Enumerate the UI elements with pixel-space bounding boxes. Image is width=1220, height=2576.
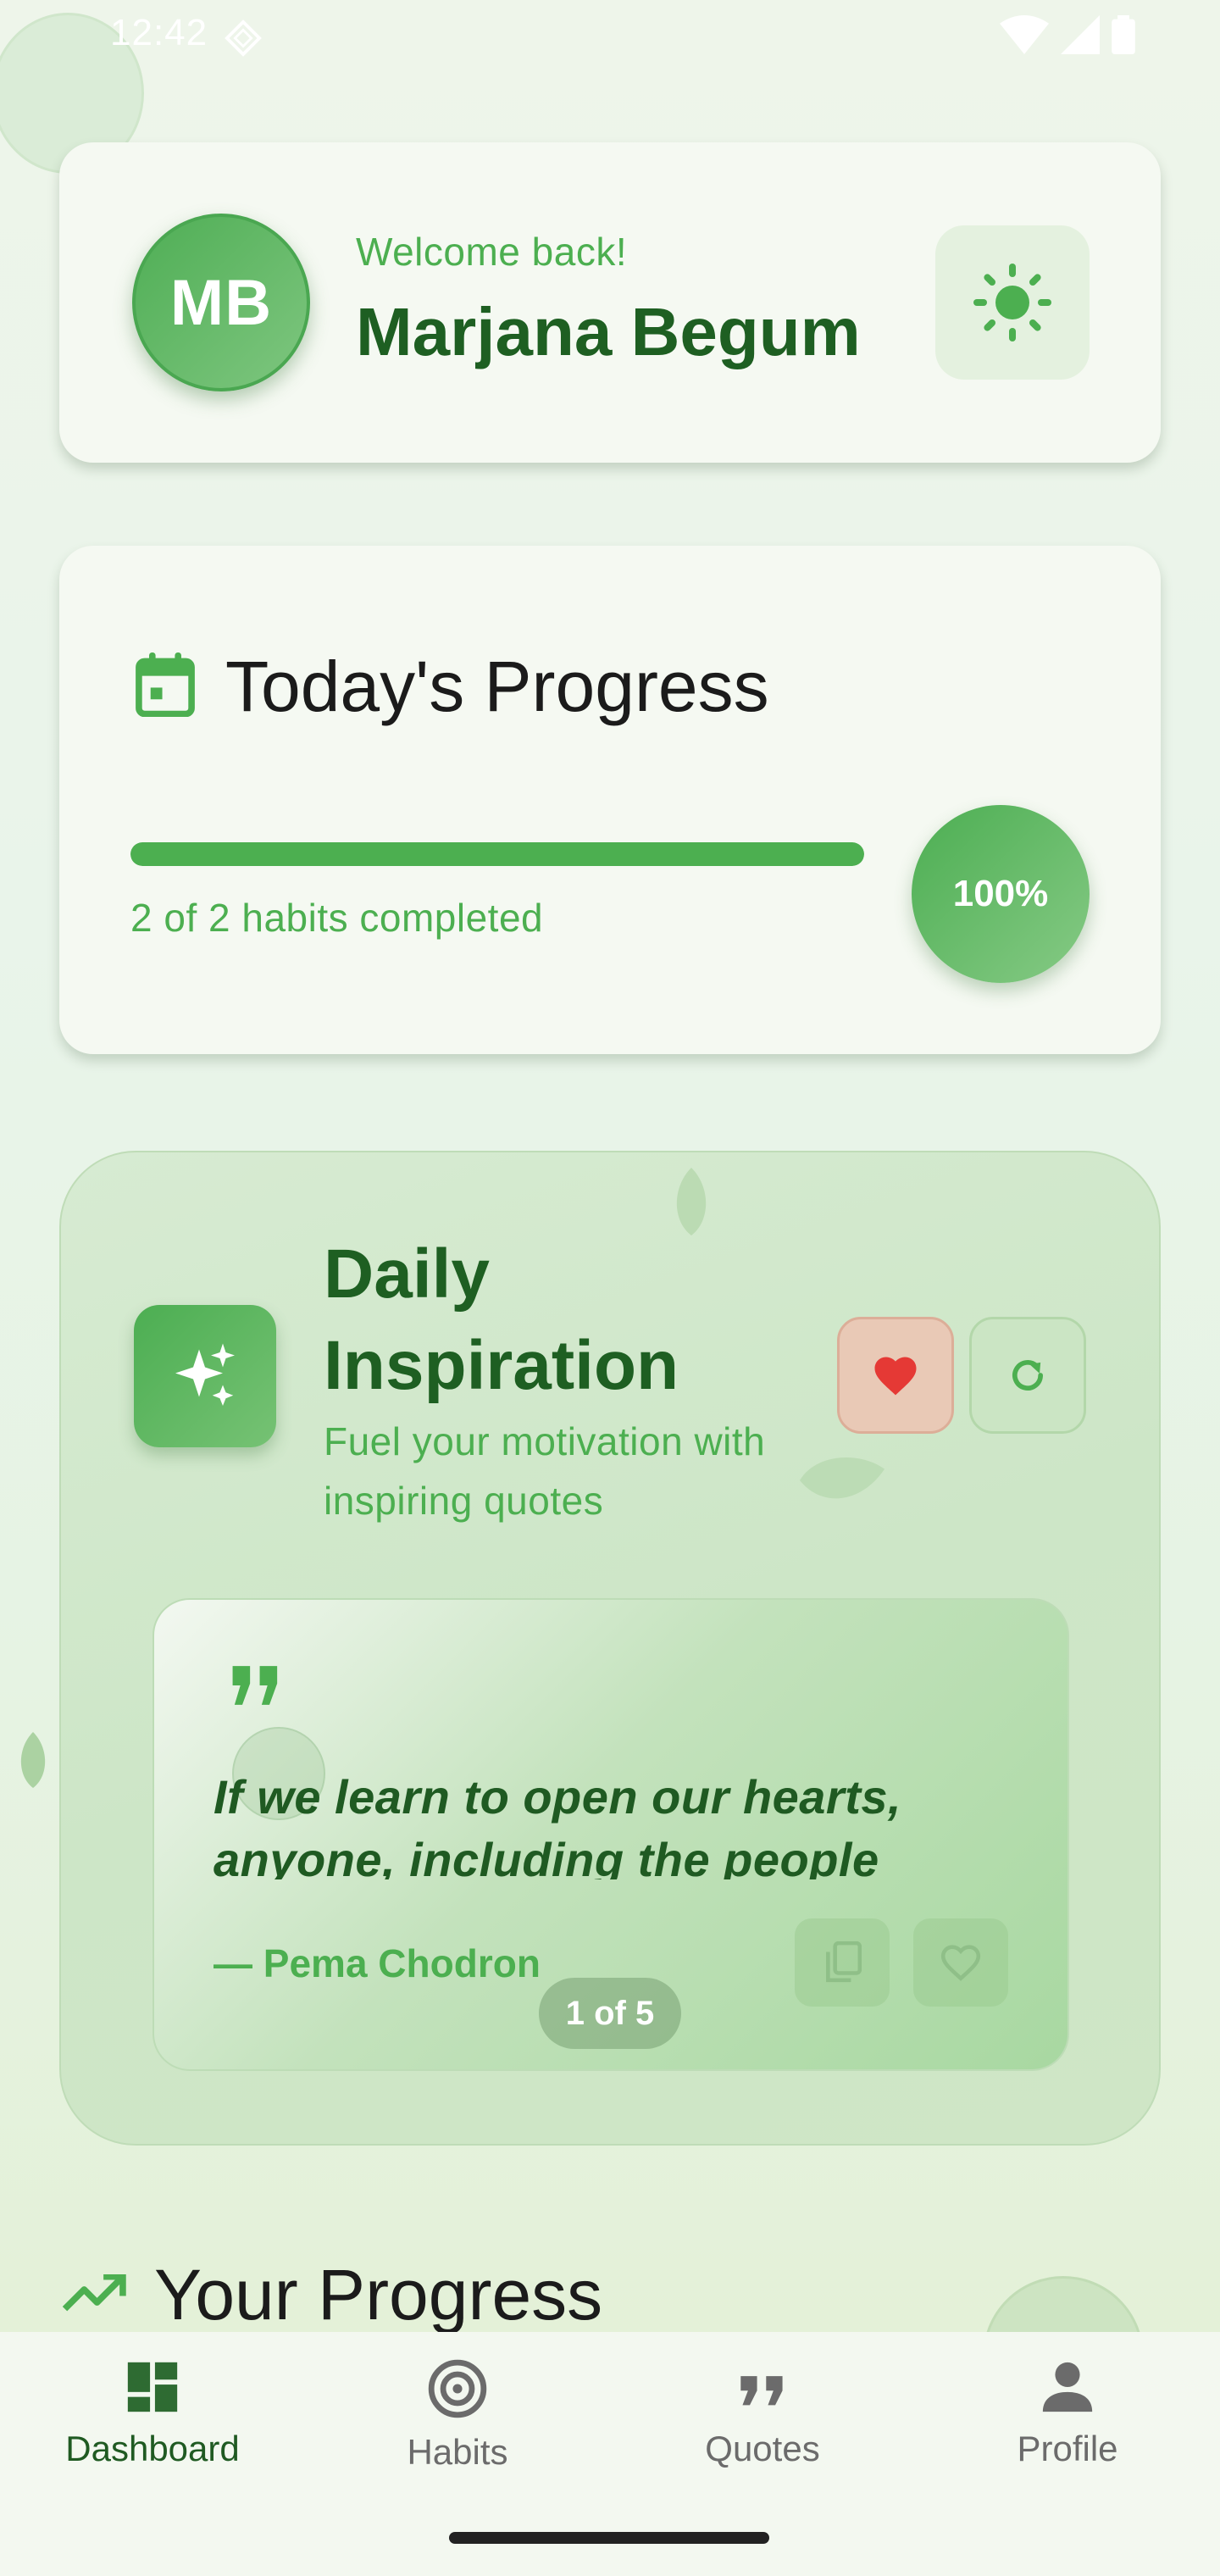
inspiration-title: Daily Inspiration [324, 1235, 679, 1404]
target-icon [428, 2359, 487, 2418]
home-indicator[interactable] [449, 2532, 769, 2544]
leaf-icon [676, 1168, 707, 1235]
refresh-icon [1012, 1360, 1043, 1391]
nav-label: Profile [1017, 2429, 1118, 2468]
greeting-text: Welcome back! [356, 230, 628, 274]
quote-icon [232, 1666, 278, 1705]
sparkle-icon [175, 1343, 235, 1406]
quote-text: If we learn to open our hearts, anyone, … [214, 1770, 902, 1879]
nav-label: Quotes [705, 2429, 820, 2468]
copy-quote-button[interactable] [795, 1918, 890, 2007]
progress-title: Today's Progress [225, 647, 769, 726]
wifi-icon [1000, 15, 1049, 54]
user-name: Marjana Begum [356, 294, 861, 369]
nav-label: Habits [407, 2432, 508, 2472]
sun-icon [973, 264, 1051, 341]
like-quote-button[interactable] [913, 1918, 1008, 2007]
status-time: 12:42 [110, 12, 208, 53]
progress-bar [130, 842, 864, 866]
theme-toggle-button[interactable] [935, 225, 1090, 380]
todays-progress-card: Today's Progress 2 of 2 habits completed… [59, 546, 1161, 1054]
person-icon [1042, 2362, 1093, 2412]
nav-quotes[interactable]: Quotes [635, 2357, 890, 2469]
habits-summary: 2 of 2 habits completed [130, 896, 544, 940]
favorites-button[interactable] [837, 1317, 954, 1434]
progress-bar-fill [130, 842, 864, 866]
welcome-card: MB Welcome back! Marjana Begum [59, 142, 1161, 463]
battery-icon [1112, 15, 1135, 54]
nav-label: Dashboard [65, 2429, 240, 2468]
trending-up-icon [63, 2274, 126, 2312]
calendar-icon [136, 652, 195, 717]
refresh-button[interactable] [969, 1317, 1086, 1434]
nav-profile[interactable]: Profile [940, 2357, 1195, 2469]
progress-percent-badge: 100% [912, 805, 1090, 983]
nav-dashboard[interactable]: Dashboard [25, 2357, 280, 2469]
quote-pager: 1 of 5 [539, 1978, 681, 2049]
heart-icon [874, 1357, 917, 1396]
sim-icon [225, 19, 262, 57]
signal-icon [1061, 15, 1100, 54]
copy-icon [826, 1941, 862, 1983]
nav-habits[interactable]: Habits [330, 2357, 585, 2473]
quote-author: — Pema Chodron [214, 1941, 541, 1985]
avatar[interactable]: MB [132, 214, 310, 391]
leaf-icon [20, 1732, 46, 1788]
quote-icon [740, 2376, 783, 2406]
dashboard-icon [127, 2362, 178, 2412]
inspiration-badge [134, 1305, 276, 1447]
inspiration-subtitle: Fuel your motivation with inspiring quot… [324, 1419, 766, 1523]
status-icons [1000, 15, 1135, 54]
heart-outline-icon [940, 1945, 981, 1981]
your-progress-title: Your Progress [154, 2255, 603, 2334]
